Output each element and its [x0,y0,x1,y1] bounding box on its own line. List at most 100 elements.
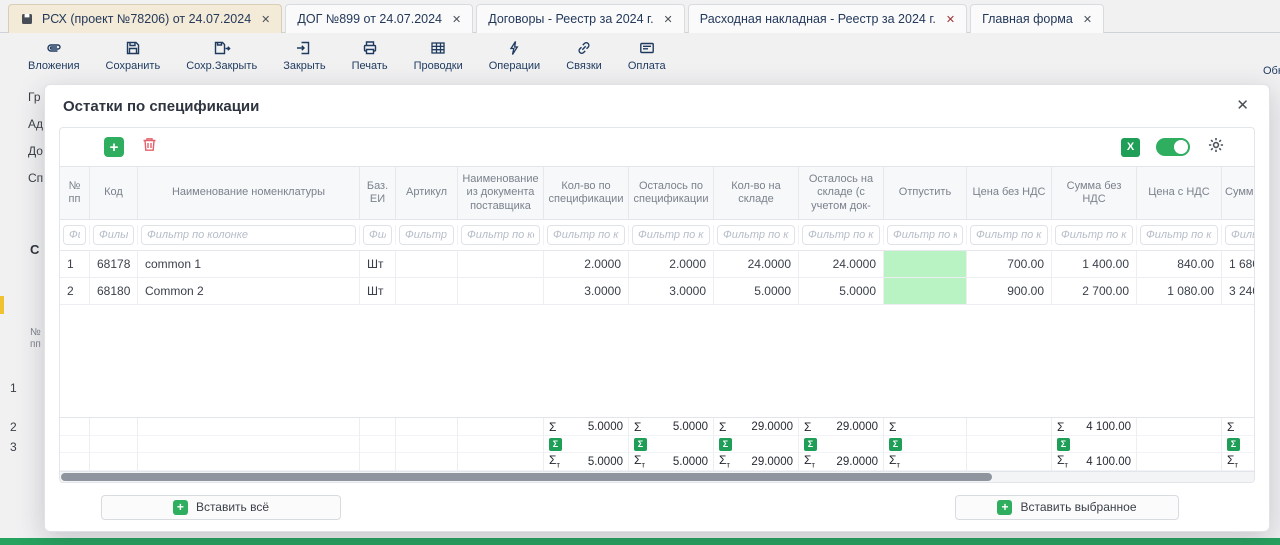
column-header-4[interactable]: Артикул [396,167,458,219]
summary-cell [396,418,458,436]
sigma-badge[interactable]: Σ [1057,438,1070,451]
tab-bar: РСХ (проект №78206) от 24.07.2024 ✕ ДОГ … [0,4,1280,33]
column-header-1[interactable]: Код [90,167,138,219]
save-close-button[interactable]: Сохр.Закрыть [186,34,257,72]
column-header-9[interactable]: Осталось на складе (с учетом док- [799,167,884,219]
column-header-3[interactable]: Баз. ЕИ [360,167,396,219]
cell: 68180 [90,278,138,304]
tab-label: РСХ (проект №78206) от 24.07.2024 [42,12,251,26]
refresh-button[interactable]: Обновить [1263,39,1280,77]
cell [396,278,458,304]
toolbar-label: Операции [489,60,540,72]
filter-input-3[interactable] [363,225,392,245]
print-button[interactable]: Печать [352,34,388,72]
filter-input-1[interactable] [93,225,134,245]
close-tab-icon[interactable]: ✕ [261,13,270,26]
operations-button[interactable]: Операции [489,34,540,72]
column-header-5[interactable]: Наименование из документа поставщика [458,167,544,219]
column-header-12[interactable]: Сумма без НДС [1052,167,1137,219]
filter-input-11[interactable] [970,225,1048,245]
sigma-badge[interactable]: Σ [719,438,732,451]
add-row-button[interactable]: + [104,137,124,157]
column-header-2[interactable]: Наименование номенклатуры [138,167,360,219]
links-button[interactable]: Связки [566,34,602,72]
insert-all-button[interactable]: + Вставить всё [101,495,341,520]
close-document-button[interactable]: Закрыть [283,34,325,72]
filter-input-10[interactable] [887,225,963,245]
sigma-badge[interactable]: Σ [1227,438,1240,451]
save-close-icon [213,39,231,57]
horizontal-scrollbar[interactable] [60,471,1254,482]
filter-input-5[interactable] [461,225,540,245]
close-tab-icon[interactable]: ✕ [1083,13,1092,26]
cell: 1 400.00 [1052,251,1137,277]
tab-label: ДОГ №899 от 24.07.2024 [297,12,442,26]
tab-dog-contract[interactable]: ДОГ №899 от 24.07.2024 ✕ [285,4,473,33]
scrollbar-thumb[interactable] [61,473,992,481]
sigma-badge[interactable]: Σ [804,438,817,451]
column-header-8[interactable]: Кол-во на складе [714,167,799,219]
summary-cell: Σ [1052,436,1137,453]
filter-cell [884,225,967,245]
plus-icon: + [997,500,1012,515]
sigma-badge[interactable]: Σ [549,438,562,451]
payment-button[interactable]: Оплата [628,34,666,72]
filter-input-13[interactable] [1140,225,1218,245]
tab-main-form[interactable]: Главная форма ✕ [970,4,1104,33]
filter-input-2[interactable] [141,225,356,245]
cell: 24.0000 [714,251,799,277]
filter-input-14[interactable] [1225,225,1254,245]
column-header-14[interactable]: Сумма с НДС [1222,167,1254,219]
close-dialog-icon[interactable]: ✕ [1236,96,1249,114]
toggle-knob [1174,140,1188,154]
column-header-10[interactable]: Отпустить [884,167,967,219]
filter-cell [629,225,714,245]
column-header-0[interactable]: № пп [60,167,90,219]
filter-input-0[interactable] [63,225,86,245]
insert-selected-button[interactable]: + Вставить выбранное [955,495,1179,520]
tab-invoice-registry[interactable]: Расходная накладная - Реестр за 2024 г. … [688,4,967,33]
summary-cell [458,436,544,453]
table-row[interactable]: 268180Common 2Шт3.00003.00005.00005.0000… [60,278,1254,305]
postings-button[interactable]: Проводки [414,34,463,72]
excel-export-button[interactable]: X [1121,138,1140,157]
column-header-6[interactable]: Кол-во по спецификации [544,167,629,219]
cell: 24.0000 [799,251,884,277]
filter-input-9[interactable] [802,225,880,245]
paperclip-icon [45,39,63,57]
filter-input-12[interactable] [1055,225,1133,245]
summary-row: ΣΣΣΣΣΣΣ [60,436,1254,453]
filter-input-7[interactable] [632,225,710,245]
summary-cell: Σ [799,436,884,453]
tab-rsx-document[interactable]: РСХ (проект №78206) от 24.07.2024 ✕ [8,4,282,33]
settings-gear-icon[interactable] [1206,135,1226,160]
tab-label: Договоры - Реестр за 2024 г. [488,12,653,26]
sigma-badge[interactable]: Σ [634,438,647,451]
sigma-badge[interactable]: Σ [889,438,902,451]
table-row[interactable]: 168178common 1Шт2.00002.000024.000024.00… [60,251,1254,278]
attachments-button[interactable]: Вложения [28,34,80,72]
release-qty-cell[interactable] [884,251,967,277]
close-tab-icon[interactable]: ✕ [664,13,673,26]
column-header-7[interactable]: Осталось по спецификации [629,167,714,219]
view-toggle[interactable] [1156,138,1190,156]
tab-contracts-registry[interactable]: Договоры - Реестр за 2024 г. ✕ [476,4,685,33]
column-header-11[interactable]: Цена без НДС [967,167,1052,219]
summary-cell [360,436,396,453]
delete-row-button[interactable] [140,135,159,159]
summary-value: 29.0000 [815,456,878,468]
close-tab-icon[interactable]: ✕ [946,13,955,26]
summary-cell [1137,453,1222,471]
cell: 5.0000 [799,278,884,304]
close-tab-icon[interactable]: ✕ [452,13,461,26]
filter-cell [714,225,799,245]
summary-cell [967,418,1052,436]
save-button[interactable]: Сохранить [106,34,161,72]
filter-input-4[interactable] [399,225,454,245]
summary-value: 5.0000 [556,421,623,433]
release-qty-cell[interactable] [884,278,967,304]
filter-input-6[interactable] [547,225,625,245]
save-icon [124,39,142,57]
filter-input-8[interactable] [717,225,795,245]
column-header-13[interactable]: Цена с НДС [1137,167,1222,219]
